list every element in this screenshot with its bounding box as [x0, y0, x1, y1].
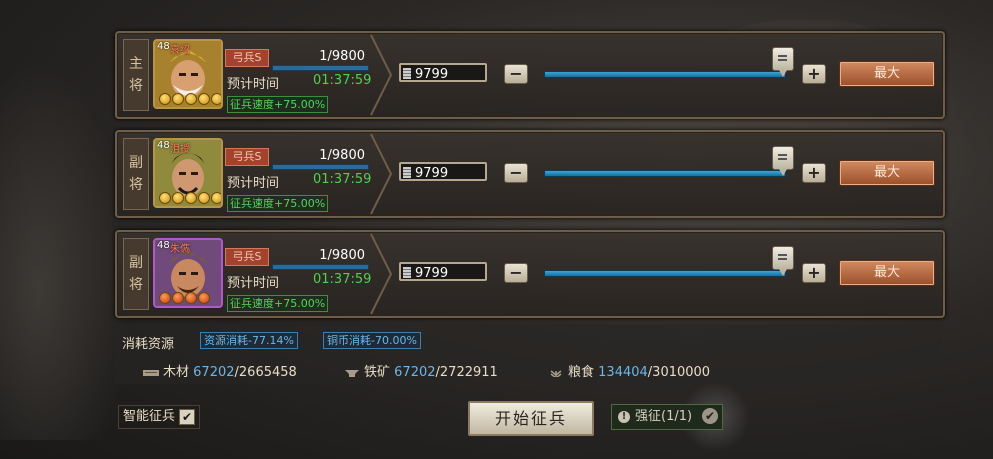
iron-label: 铁矿 [364, 365, 391, 380]
troop-count: 1/9800 [319, 148, 365, 163]
general-name: 袁绍 [170, 45, 190, 56]
chevron-right-icon [370, 34, 393, 116]
troop-bar [272, 264, 369, 270]
grain-total: /3010000 [647, 365, 711, 380]
copper-discount-badge: 铜币消耗-70.00% [323, 332, 421, 349]
smart-recruit-toggle[interactable]: 智能征兵 ✔ [118, 405, 201, 429]
general-portrait[interactable]: 48 沮授 [153, 138, 223, 208]
general-level: 48 [157, 240, 170, 251]
keypad-icon [403, 68, 411, 79]
eta-value: 01:37:59 [313, 272, 372, 287]
general-row-main: 主将 48 袁绍 弓兵S 1/9800 预计时间 01:37:59 征兵速度+7… [115, 31, 945, 119]
slider-handle[interactable] [772, 146, 794, 176]
background-soldiers [0, 60, 130, 440]
decrease-button[interactable]: − [504, 163, 528, 183]
check-icon[interactable]: ✔ [179, 408, 196, 425]
troop-type-badge: 弓兵S [225, 248, 269, 266]
increase-button[interactable]: + [802, 263, 826, 283]
troop-type-badge: 弓兵S [225, 148, 269, 166]
wood-icon [143, 369, 159, 376]
force-recruit-button[interactable]: ! 强征(1/1) ✔ [611, 404, 723, 430]
grain-label: 粮食 [568, 365, 595, 380]
general-row-vice-1: 副将 48 沮授 弓兵S 1/9800 预计时间 01:37:59 征兵速度+7… [115, 130, 945, 218]
role-label: 副将 [123, 238, 149, 310]
quantity-slider[interactable] [544, 270, 786, 277]
troop-bar [272, 65, 369, 71]
star-rating [159, 292, 210, 304]
slider-handle[interactable] [772, 47, 794, 77]
eta-value: 01:37:59 [313, 73, 372, 88]
wood-have: 67202 [193, 365, 235, 380]
increase-button[interactable]: + [802, 64, 826, 84]
max-button[interactable]: 最大 [839, 61, 935, 87]
iron-cost: 铁矿 67202/2722911 [344, 361, 498, 380]
anvil-icon [345, 369, 359, 377]
grain-have: 134404 [598, 365, 648, 380]
general-row-vice-2: 副将 48 朱儁 弓兵S 1/9800 预计时间 01:37:59 征兵速度+7… [115, 230, 945, 318]
max-button[interactable]: 最大 [839, 160, 935, 186]
warning-icon: ! [618, 410, 630, 423]
grain-icon [550, 369, 562, 377]
general-portrait[interactable]: 48 朱儁 [153, 238, 223, 308]
keypad-icon [403, 267, 411, 278]
smart-recruit-label: 智能征兵 [123, 409, 176, 424]
quantity-input[interactable]: 9799 [399, 162, 487, 181]
quantity-slider[interactable] [544, 170, 786, 177]
wood-cost: 木材 67202/2665458 [143, 361, 297, 380]
eta-label: 预计时间 [227, 276, 280, 291]
star-rating [159, 192, 221, 204]
start-recruit-button[interactable]: 开始征兵 [468, 401, 594, 436]
keypad-icon [403, 167, 411, 178]
general-name: 朱儁 [170, 244, 190, 255]
quantity-input[interactable]: 9799 [399, 63, 487, 82]
grain-cost: 粮食 134404/3010000 [548, 361, 710, 380]
general-name: 沮授 [170, 144, 190, 155]
increase-button[interactable]: + [802, 163, 826, 183]
wood-total: /2665458 [234, 365, 297, 380]
chevron-right-icon [370, 133, 393, 215]
check-icon[interactable]: ✔ [702, 408, 718, 424]
wood-label: 木材 [163, 365, 190, 380]
general-level: 48 [157, 140, 170, 151]
quantity-input[interactable]: 9799 [399, 262, 487, 281]
speed-bonus: 征兵速度+75.00% [227, 295, 329, 312]
iron-total: /2722911 [435, 365, 498, 380]
troop-count: 1/9800 [319, 248, 365, 263]
eta-value: 01:37:59 [313, 172, 372, 187]
speed-bonus: 征兵速度+75.00% [227, 195, 329, 212]
role-label: 副将 [123, 138, 149, 210]
slider-handle[interactable] [772, 246, 794, 276]
quantity-slider[interactable] [544, 71, 786, 78]
troop-bar [272, 164, 369, 170]
max-button[interactable]: 最大 [839, 260, 935, 286]
troop-count: 1/9800 [319, 49, 365, 64]
general-level: 48 [157, 41, 170, 52]
decrease-button[interactable]: − [504, 64, 528, 84]
troop-type-badge: 弓兵S [225, 49, 269, 67]
star-rating [159, 93, 221, 105]
resource-discount-badge: 资源消耗-77.14% [200, 332, 298, 349]
eta-label: 预计时间 [227, 176, 280, 191]
eta-label: 预计时间 [227, 77, 280, 92]
force-recruit-label: 强征(1/1) [635, 409, 693, 424]
iron-have: 67202 [394, 365, 436, 380]
decrease-button[interactable]: − [504, 263, 528, 283]
general-portrait[interactable]: 48 袁绍 [153, 39, 223, 109]
resource-title: 消耗资源 [122, 337, 175, 352]
chevron-right-icon [370, 233, 393, 315]
role-label: 主将 [123, 39, 149, 111]
speed-bonus: 征兵速度+75.00% [227, 96, 329, 113]
